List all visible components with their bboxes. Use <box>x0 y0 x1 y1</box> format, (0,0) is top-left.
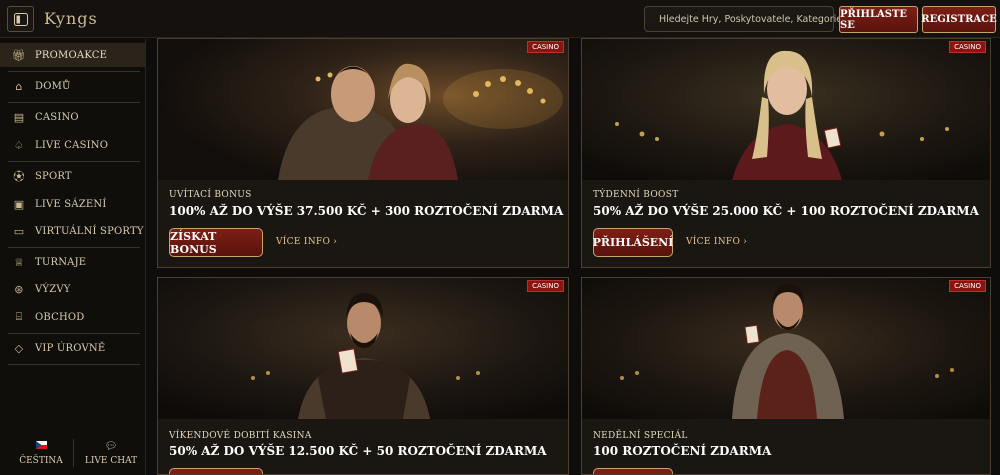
gift-icon: 🎁︎ <box>11 48 27 62</box>
sidebar-item-promotions[interactable]: 🎁︎ Promoakce <box>0 43 146 67</box>
sidebar-item-sport[interactable]: ⚽︎ Sport <box>0 164 146 188</box>
promo-label: Nedělní speciál <box>593 431 688 441</box>
divider <box>8 161 140 162</box>
promo-image-king-in-fur <box>582 278 990 419</box>
divider <box>8 333 140 334</box>
home-icon: ⌂ <box>15 79 23 93</box>
promo-image-king-with-card <box>158 278 568 419</box>
sidebar-item-label: Virtuální sporty <box>35 225 144 237</box>
promo-image-queen <box>582 39 990 180</box>
sidebar-item-label: Live Casino <box>35 139 109 151</box>
sidebar-item-tournaments[interactable]: ♕ Turnaje <box>0 250 146 274</box>
sidebar-item-label: Obchod <box>35 311 85 323</box>
cards-icon: ♤ <box>13 138 25 152</box>
promo-title: 100 roztočení zdarma <box>593 444 772 458</box>
divider <box>8 247 140 248</box>
divider <box>8 364 140 365</box>
search-placeholder: Hledejte Hry, Poskytovatele, Kategorie <box>659 13 843 25</box>
login-promo-button[interactable]: Přihlášení <box>593 228 673 257</box>
promo-title: 50% až do výše 12.500 Kč + 50 roztočení … <box>169 444 547 458</box>
language-label: Čeština <box>19 456 63 466</box>
sidebar-item-label: Domů <box>35 80 71 92</box>
register-button[interactable]: Registrace <box>921 6 997 33</box>
sidebar-item-label: Live sázení <box>35 198 107 210</box>
sidebar-item-live-betting[interactable]: ▣ Live sázení <box>0 192 146 216</box>
search-input[interactable]: Hledejte Hry, Poskytovatele, Kategorie <box>644 6 842 32</box>
more-info-label: Více info <box>276 237 331 247</box>
category-badge: Casino <box>949 41 986 53</box>
category-badge: Casino <box>527 41 564 53</box>
live-tv-icon: ▣ <box>13 197 25 211</box>
more-info-link[interactable]: Více info › <box>276 237 337 247</box>
sidebar-item-vip-levels[interactable]: ◇ VIP úrovně <box>0 336 146 360</box>
live-chat-label: Live Chat <box>84 456 138 466</box>
promo-title: 50% až do výše 25.000 Kč + 100 roztočení… <box>593 204 979 218</box>
divider <box>8 102 140 103</box>
more-info-link[interactable]: Více info › <box>686 237 747 247</box>
category-badge: Casino <box>949 280 986 292</box>
divider <box>8 71 140 72</box>
soccer-ball-icon: ⚽︎ <box>13 170 25 183</box>
promo-label: Víkendové dobití kasina <box>169 431 312 441</box>
promo-card-sunday-special: Casino Nedělní speciál 100 roztočení zda… <box>581 277 991 475</box>
claim-bonus-button[interactable]: Získat bonus <box>169 228 263 257</box>
promo-cta-button[interactable] <box>593 468 673 474</box>
shop-icon: ⌸ <box>15 310 23 323</box>
sidebar-item-label: VIP úrovně <box>35 342 106 354</box>
promo-cta-button[interactable] <box>169 468 263 474</box>
diamond-icon: ◇ <box>14 341 24 355</box>
virtual-screen-icon: ▭ <box>13 224 25 238</box>
promo-title: 100% až do výše 37.500 Kč + 300 roztočen… <box>169 204 564 218</box>
sidebar-item-label: Turnaje <box>35 256 87 268</box>
sidebar-item-label: Casino <box>35 111 79 123</box>
menu-toggle-button[interactable] <box>7 6 34 32</box>
login-button[interactable]: Přihlaste se <box>839 6 918 33</box>
sidebar-item-shop[interactable]: ⌸ Obchod <box>0 305 146 329</box>
sidebar: 🎁︎ Promoakce ⌂ Domů ▤ Casino ♤ Live Casino ⚽… <box>0 39 146 475</box>
challenge-icon: ⊛ <box>14 282 24 296</box>
sidebar-toggle-icon <box>13 12 28 26</box>
chat-bubble-icon: 💬︎ <box>104 441 118 452</box>
sidebar-item-label: Sport <box>35 170 72 182</box>
sidebar-item-casino[interactable]: ▤ Casino <box>0 105 146 129</box>
logo[interactable]: Kyngs <box>44 9 98 28</box>
trophy-icon: ♕ <box>13 255 25 269</box>
chevron-right-icon: › <box>743 237 748 247</box>
czech-flag-icon <box>6 441 76 452</box>
live-chat-button[interactable]: 💬︎ Live Chat <box>76 441 146 466</box>
more-info-label: Více info <box>686 237 741 247</box>
promo-label: Týdenní Boost <box>593 190 679 200</box>
promo-card-welcome-bonus: Casino Uvítací bonus 100% až do výše 37.… <box>157 38 569 268</box>
language-selector[interactable]: Čeština <box>6 441 76 466</box>
divider <box>73 439 74 467</box>
promo-image-royal-couple <box>158 39 568 180</box>
promo-card-weekly-boost: Casino Týdenní Boost 50% až do výše 25.0… <box>581 38 991 268</box>
sidebar-item-home[interactable]: ⌂ Domů <box>0 74 146 98</box>
sidebar-item-label: Výzvy <box>35 283 71 295</box>
promo-card-weekend-reload: Casino Víkendové dobití kasina 50% až do… <box>157 277 569 475</box>
sidebar-item-challenges[interactable]: ⊛ Výzvy <box>0 277 146 301</box>
category-badge: Casino <box>527 280 564 292</box>
sidebar-item-label: Promoakce <box>35 49 108 61</box>
sidebar-item-live-casino[interactable]: ♤ Live Casino <box>0 133 146 157</box>
top-bar: Kyngs Hledejte Hry, Poskytovatele, Kateg… <box>0 0 1000 38</box>
sidebar-item-virtual-sports[interactable]: ▭ Virtuální sporty <box>0 219 146 243</box>
promo-label: Uvítací bonus <box>169 190 252 200</box>
slot-machine-icon: ▤ <box>13 110 25 124</box>
chevron-right-icon: › <box>333 237 338 247</box>
